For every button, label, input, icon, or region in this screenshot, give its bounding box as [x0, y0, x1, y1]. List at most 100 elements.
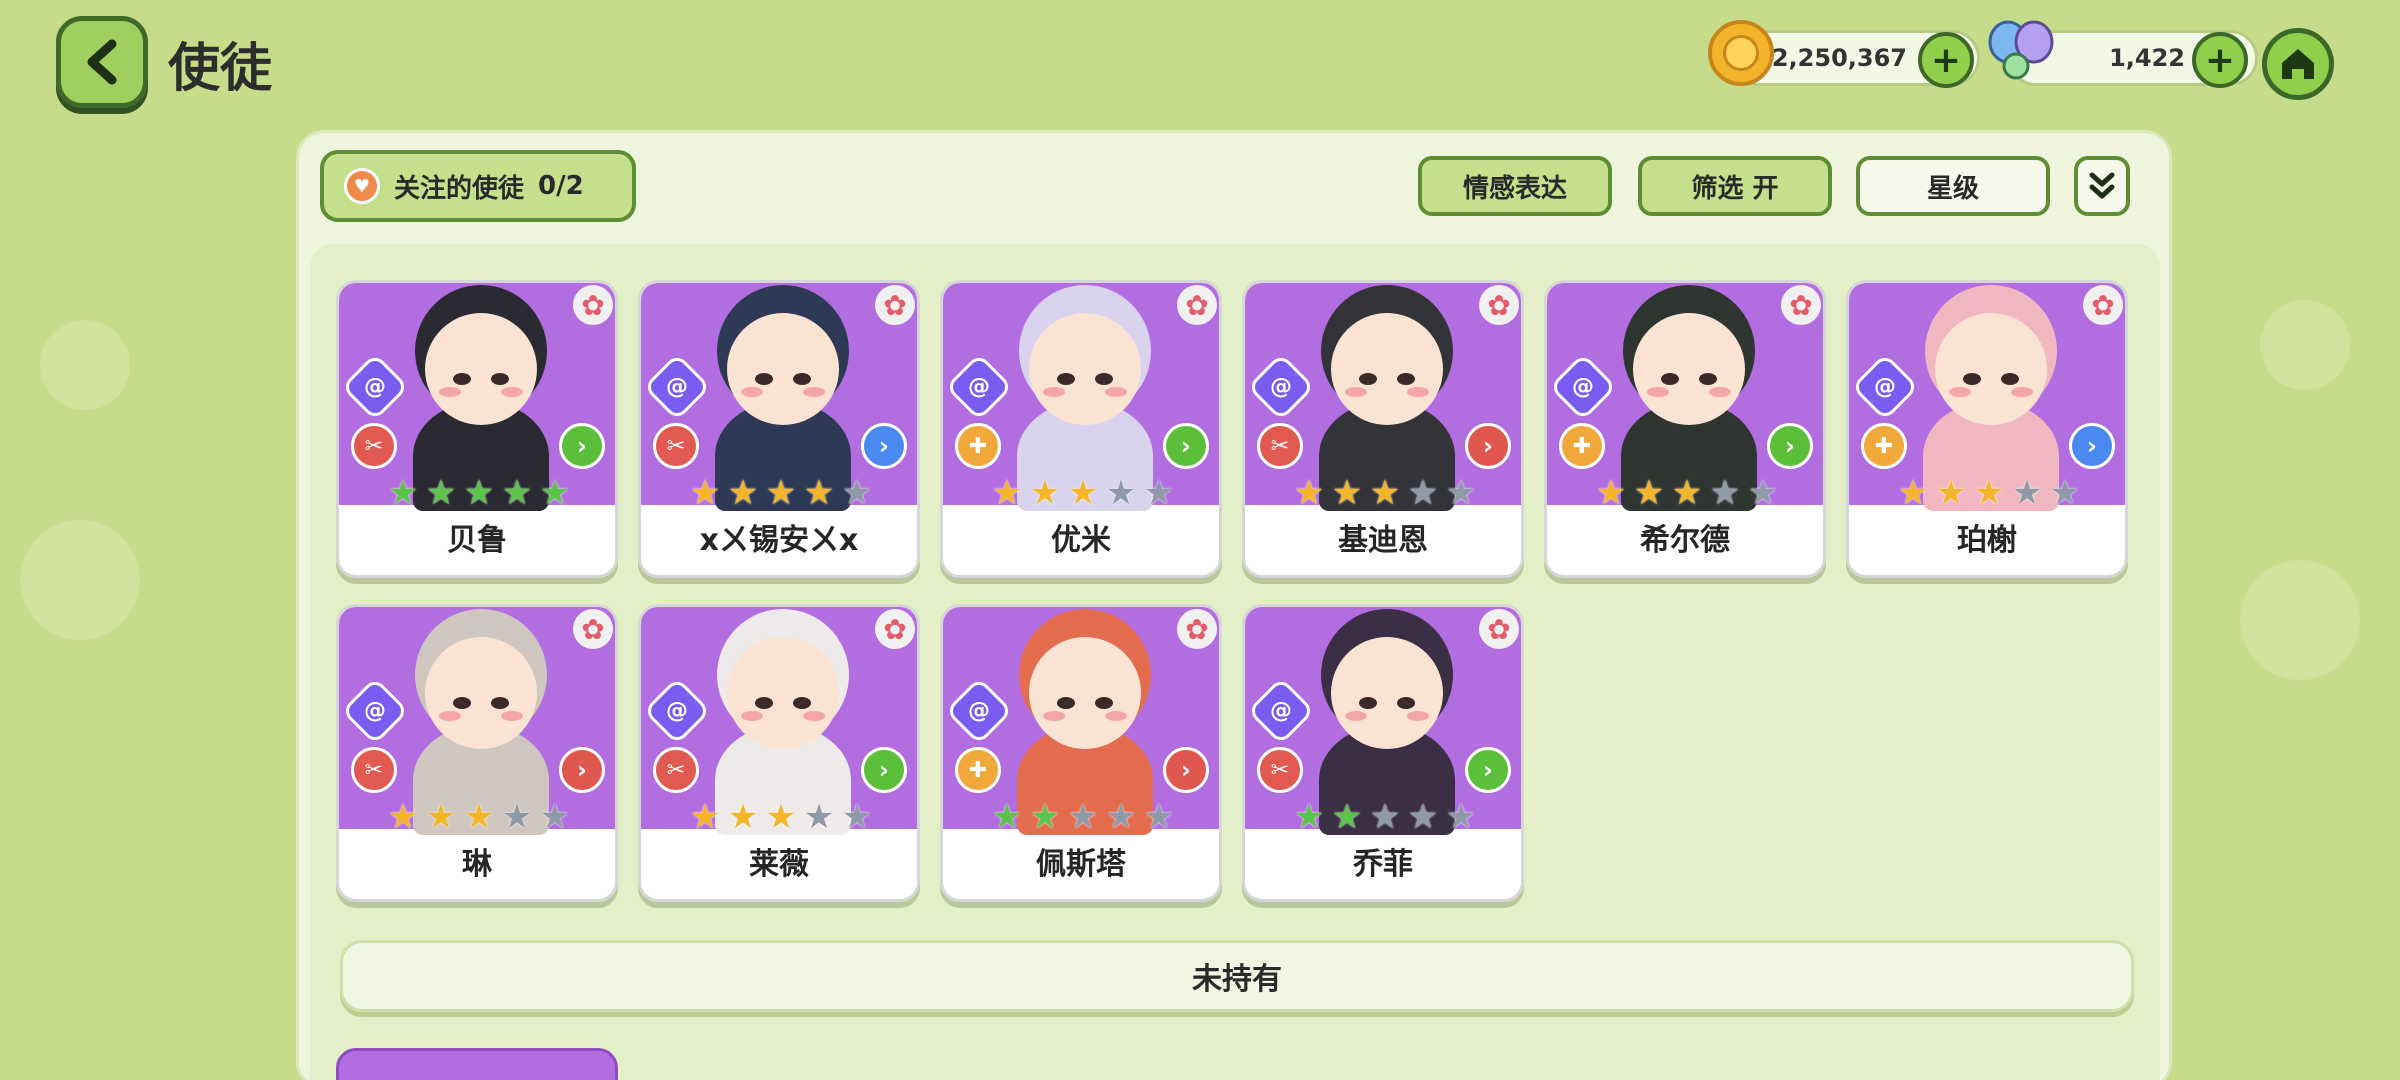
apostle-card[interactable]: @ ✂ › ✿ ★ ★ ★ ★ ★ 莱薇: [638, 604, 920, 902]
position-arrow-icon: ›: [1767, 423, 1813, 469]
star-icon: ★: [1105, 473, 1137, 513]
filter-label: 筛选 开: [1691, 173, 1779, 204]
not-owned-label: 未持有: [1192, 962, 1282, 997]
follow-label: 关注的使徒: [394, 173, 525, 204]
emotion-button[interactable]: 情感表达: [1418, 156, 1612, 216]
character-eye: [2001, 373, 2019, 385]
apostle-card[interactable]: @ ✂ › ✿ ★ ★ ★ ★ ★ 贝鲁: [336, 280, 618, 578]
star-rating: ★ ★ ★ ★ ★: [687, 799, 875, 835]
flower-icon[interactable]: ✿: [573, 609, 613, 649]
star-icon: ★: [1369, 797, 1401, 837]
apostle-card[interactable]: @ ✂ › ✿ ★ ★ ★ ★ ★ 基迪恩: [1242, 280, 1524, 578]
star-icon: ★: [425, 473, 457, 513]
flower-icon[interactable]: ✿: [1177, 285, 1217, 325]
character-head: [1633, 313, 1745, 425]
background-pattern: [2240, 560, 2360, 680]
star-rating: ★ ★ ★ ★ ★: [385, 799, 573, 835]
star-icon: ★: [1445, 797, 1477, 837]
character-head: [1029, 313, 1141, 425]
gem-amount: 1,422: [2109, 44, 2185, 72]
character-head: [425, 313, 537, 425]
star-icon: ★: [841, 473, 873, 513]
star-icon: ★: [1105, 797, 1137, 837]
apostle-card[interactable]: @ ✂ › ✿ ★ ★ ★ ★ ★ 琳: [336, 604, 618, 902]
back-button[interactable]: [56, 16, 148, 108]
flower-icon[interactable]: ✿: [1479, 285, 1519, 325]
star-rating: ★ ★ ★ ★ ★: [1291, 475, 1479, 511]
attack-role-icon: ✂: [1257, 747, 1303, 793]
star-icon: ★: [2049, 473, 2081, 513]
star-icon: ★: [1067, 473, 1099, 513]
heart-icon: ♥: [344, 168, 380, 204]
flower-icon[interactable]: ✿: [2083, 285, 2123, 325]
chevron-left-icon: [87, 39, 117, 85]
apostle-name: 乔菲: [1353, 847, 1413, 882]
star-icon: ★: [1407, 797, 1439, 837]
star-icon: ★: [1029, 473, 1061, 513]
butterfly-gem-icon: [1986, 18, 2056, 84]
apostle-card[interactable]: @ ✚ › ✿ ★ ★ ★ ★ ★ 优米: [940, 280, 1222, 578]
support-role-icon: ✚: [1559, 423, 1605, 469]
character-eye: [1963, 373, 1981, 385]
star-icon: ★: [1293, 797, 1325, 837]
character-blush: [1949, 387, 1971, 397]
apostle-card[interactable]: @ ✚ › ✿ ★ ★ ★ ★ ★ 希尔德: [1544, 280, 1826, 578]
flower-icon[interactable]: ✿: [875, 609, 915, 649]
apostle-card[interactable]: @ ✚ › ✿ ★ ★ ★ ★ ★ 佩斯塔: [940, 604, 1222, 902]
star-icon: ★: [1973, 473, 2005, 513]
support-role-icon: ✚: [1861, 423, 1907, 469]
support-role-icon: ✚: [955, 423, 1001, 469]
star-icon: ★: [463, 797, 495, 837]
character-blush: [1043, 711, 1065, 721]
character-eye: [453, 373, 471, 385]
attack-role-icon: ✂: [351, 423, 397, 469]
character-head: [1331, 637, 1443, 749]
apostle-name: 莱薇: [749, 847, 809, 882]
character-blush: [1105, 387, 1127, 397]
character-blush: [439, 711, 461, 721]
character-blush: [439, 387, 461, 397]
filter-button[interactable]: 筛选 开: [1638, 156, 1832, 216]
sort-order-button[interactable]: [2074, 156, 2130, 216]
apostle-card[interactable]: @ ✚ › ✿ ★ ★ ★ ★ ★ 珀榭: [1846, 280, 2128, 578]
flower-icon[interactable]: ✿: [1781, 285, 1821, 325]
apostle-card[interactable]: @ ✂ › ✿ ★ ★ ★ ★ ★ 乔菲: [1242, 604, 1524, 902]
apostle-card[interactable]: @ ✂ › ✿ ★ ★ ★ ★ ★ xㄨ锡安ㄨx: [638, 280, 920, 578]
character-blush: [501, 387, 523, 397]
character-blush: [1407, 387, 1429, 397]
star-icon: ★: [991, 473, 1023, 513]
position-arrow-icon: ›: [1163, 423, 1209, 469]
star-icon: ★: [1709, 473, 1741, 513]
flower-icon[interactable]: ✿: [875, 285, 915, 325]
position-arrow-icon: ›: [861, 747, 907, 793]
apostle-name: xㄨ锡安ㄨx: [699, 523, 859, 558]
flower-icon[interactable]: ✿: [1177, 609, 1217, 649]
character-blush: [1647, 387, 1669, 397]
support-role-icon: ✚: [955, 747, 1001, 793]
position-arrow-icon: ›: [1465, 747, 1511, 793]
star-icon: ★: [689, 797, 721, 837]
character-eye: [1699, 373, 1717, 385]
flower-icon[interactable]: ✿: [573, 285, 613, 325]
apostle-card-partial[interactable]: [336, 1048, 618, 1080]
star-icon: ★: [463, 473, 495, 513]
followed-apostles-button[interactable]: ♥ 关注的使徒 0/2: [320, 150, 636, 222]
character-blush: [803, 387, 825, 397]
add-gem-button[interactable]: +: [2192, 32, 2248, 88]
character-blush: [501, 711, 523, 721]
star-icon: ★: [727, 797, 759, 837]
star-rating: ★ ★ ★ ★ ★: [1895, 475, 2083, 511]
flower-icon[interactable]: ✿: [1479, 609, 1519, 649]
star-icon: ★: [1143, 473, 1175, 513]
star-icon: ★: [803, 797, 835, 837]
character-blush: [741, 711, 763, 721]
apostle-name: 贝鲁: [447, 523, 507, 558]
home-button[interactable]: [2262, 28, 2334, 100]
position-arrow-icon: ›: [1163, 747, 1209, 793]
star-icon: ★: [1369, 473, 1401, 513]
add-gold-button[interactable]: +: [1918, 32, 1974, 88]
sort-label: 星级: [1926, 173, 1979, 204]
not-owned-section-header[interactable]: 未持有: [340, 940, 2134, 1012]
sort-star-button[interactable]: 星级: [1856, 156, 2050, 216]
apostle-name: 基迪恩: [1338, 523, 1428, 558]
